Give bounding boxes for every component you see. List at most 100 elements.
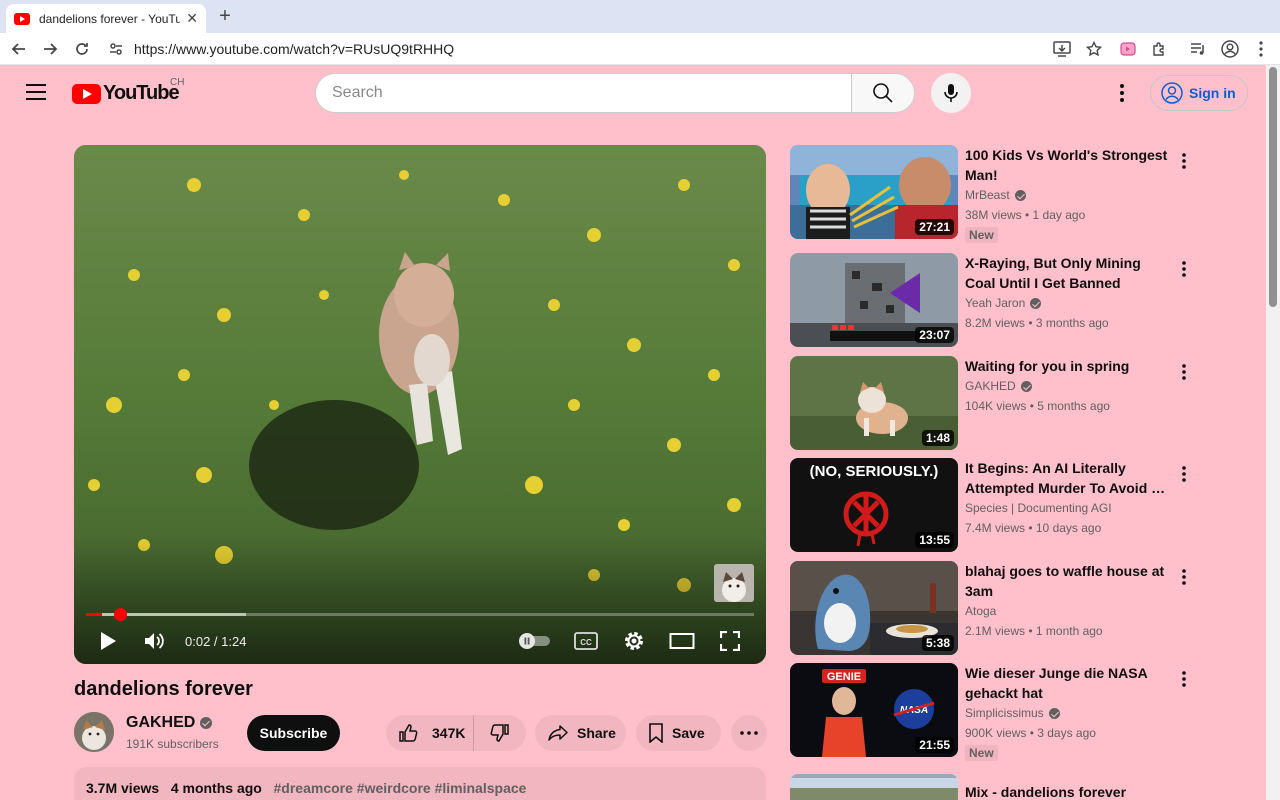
end-screen-channel-thumbnail[interactable] <box>714 564 754 602</box>
progress-loaded <box>86 613 247 616</box>
forward-button[interactable] <box>39 38 61 60</box>
install-app-icon <box>1053 41 1071 57</box>
video-meta: 7.4M views • 10 days ago <box>965 521 1102 535</box>
video-title[interactable]: Waiting for you in spring <box>965 356 1170 376</box>
play-button[interactable] <box>94 627 122 655</box>
save-button[interactable]: Save <box>636 715 721 751</box>
item-menu-button[interactable] <box>1176 464 1192 484</box>
channel-name-row[interactable]: Atoga <box>965 602 1170 620</box>
logo-wordmark: YouTube <box>103 82 180 104</box>
video-thumbnail[interactable]: 5:38 <box>790 561 958 655</box>
back-button[interactable] <box>8 38 30 60</box>
item-menu-button[interactable] <box>1176 669 1192 689</box>
theater-mode-button[interactable] <box>668 627 696 655</box>
guide-menu-icon[interactable] <box>26 84 46 100</box>
channel-name-link[interactable]: GAKHED <box>126 714 213 732</box>
install-app-button[interactable] <box>1051 38 1073 60</box>
thumbs-up-icon <box>399 724 418 742</box>
recommendation-item[interactable]: GENIENASA 21:55 Wie dieser Junge die NAS… <box>790 663 1200 761</box>
browser-menu-button[interactable] <box>1250 38 1272 60</box>
more-actions-button[interactable] <box>731 715 767 751</box>
recommendation-item[interactable]: 23:07 X-Raying, But Only Mining Coal Unt… <box>790 253 1200 347</box>
recommendation-mix-item[interactable]: Mix - dandelions forever <box>790 774 1200 800</box>
video-title[interactable]: X-Raying, But Only Mining Coal Until I G… <box>965 253 1170 293</box>
item-menu-button[interactable] <box>1176 362 1192 382</box>
reload-button[interactable] <box>71 38 93 60</box>
progress-bar[interactable] <box>86 608 754 621</box>
channel-name-row[interactable]: GAKHED <box>965 377 1170 395</box>
video-player[interactable]: 0:02 / 1:24 CC <box>74 145 766 664</box>
video-title[interactable]: 100 Kids Vs World's Strongest Man! <box>965 145 1170 185</box>
channel-name-row[interactable]: Simplicissimus <box>965 704 1170 722</box>
recommendation-item[interactable]: 5:38 blahaj goes to waffle house at 3am … <box>790 561 1200 655</box>
video-title[interactable]: Mix - dandelions forever <box>965 782 1170 800</box>
url-text: https://www.youtube.com/watch?v=RUsUQ9tR… <box>134 41 455 57</box>
save-label: Save <box>672 725 705 741</box>
video-thumbnail[interactable]: 23:07 <box>790 253 958 347</box>
sign-in-label: Sign in <box>1189 85 1236 101</box>
close-tab-icon[interactable]: ✕ <box>186 10 198 27</box>
autoplay-toggle-icon <box>519 633 550 649</box>
new-tab-button[interactable]: + <box>215 5 235 27</box>
extension-youtube-button[interactable] <box>1117 38 1139 60</box>
page-scrollbar[interactable] <box>1266 65 1280 800</box>
mute-button[interactable] <box>141 627 169 655</box>
item-menu-button[interactable] <box>1176 567 1192 587</box>
share-button[interactable]: Share <box>535 715 626 751</box>
video-title[interactable]: It Begins: An AI Literally Attempted Mur… <box>965 458 1170 498</box>
search-input[interactable] <box>332 84 852 102</box>
browser-tab-active[interactable]: dandelions forever - YouTube ✕ <box>6 4 206 33</box>
thumbnail-caption: GENIE <box>827 671 861 683</box>
dislike-button[interactable] <box>474 723 526 743</box>
recommendation-item[interactable]: 1:48 Waiting for you in spring GAKHED 10… <box>790 356 1200 450</box>
bookmark-star-button[interactable] <box>1083 38 1105 60</box>
channel-name-row[interactable]: MrBeast <box>965 186 1170 204</box>
arrow-right-icon <box>44 43 58 55</box>
fullscreen-button[interactable] <box>716 627 744 655</box>
sign-in-button[interactable]: Sign in <box>1150 75 1248 111</box>
channel-name-row[interactable]: Species | Documenting AGI <box>965 499 1170 517</box>
recommendation-item[interactable]: 27:21 100 Kids Vs World's Strongest Man!… <box>790 145 1200 243</box>
reload-icon <box>76 43 88 55</box>
item-menu-button[interactable] <box>1176 259 1192 279</box>
settings-menu-button[interactable] <box>1110 81 1134 105</box>
queue-music-icon <box>1191 43 1204 55</box>
subscribe-button[interactable]: Subscribe <box>247 715 340 751</box>
subtitles-button[interactable]: CC <box>572 627 600 655</box>
channel-avatar[interactable] <box>74 712 114 752</box>
account-circle-icon <box>1161 82 1183 104</box>
video-thumbnail[interactable]: (NO, SERIOUSLY.) 13:55 <box>790 458 958 552</box>
video-thumbnail[interactable]: 27:21 <box>790 145 958 239</box>
like-button[interactable]: 347K <box>386 715 474 751</box>
time-display: 0:02 / 1:24 <box>185 634 247 649</box>
media-controls-button[interactable] <box>1187 38 1209 60</box>
scrollbar-thumb[interactable] <box>1269 67 1277 307</box>
settings-button[interactable] <box>620 627 648 655</box>
recommendation-item[interactable]: (NO, SERIOUSLY.) 13:55 It Begins: An AI … <box>790 458 1200 552</box>
autoplay-toggle[interactable] <box>517 627 553 655</box>
youtube-favicon-icon <box>14 12 30 25</box>
closed-captions-icon: CC <box>574 632 598 650</box>
item-menu-button[interactable] <box>1176 151 1192 171</box>
address-bar[interactable]: https://www.youtube.com/watch?v=RUsUQ9tR… <box>100 36 1108 62</box>
video-thumbnail[interactable]: GENIENASA 21:55 <box>790 663 958 757</box>
upload-age: 4 months ago <box>170 780 262 796</box>
video-info: blahaj goes to waffle house at 3am Atoga… <box>965 561 1170 640</box>
video-info: 100 Kids Vs World's Strongest Man! MrBea… <box>965 145 1170 244</box>
channel-name: GAKHED <box>126 714 196 731</box>
channel-name-row[interactable]: Yeah Jaron <box>965 294 1170 312</box>
search-button[interactable] <box>851 73 915 113</box>
play-icon <box>101 632 116 650</box>
mix-thumbnail[interactable] <box>790 774 958 800</box>
video-title[interactable]: Wie dieser Junge die NASA gehackt hat <box>965 663 1170 703</box>
extensions-button[interactable] <box>1148 38 1170 60</box>
voice-search-button[interactable] <box>931 73 971 113</box>
description-box[interactable]: 3.7M views 4 months ago #dreamcore #weir… <box>74 767 766 800</box>
site-info-icon[interactable] <box>108 41 124 57</box>
share-label: Share <box>577 725 616 741</box>
profile-button[interactable] <box>1219 38 1241 60</box>
video-title[interactable]: blahaj goes to waffle house at 3am <box>965 561 1170 601</box>
youtube-logo[interactable]: YouTube CH <box>72 77 184 105</box>
hashtags[interactable]: #dreamcore #weirdcore #liminalspace <box>274 780 527 796</box>
video-thumbnail[interactable]: 1:48 <box>790 356 958 450</box>
